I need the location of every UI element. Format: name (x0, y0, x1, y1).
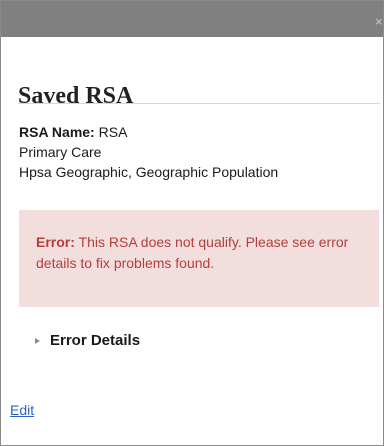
dialog-titlebar: × (1, 1, 383, 37)
dialog-window: × Saved RSA RSA Name: RSA Primary Care H… (0, 0, 384, 446)
caret-right-icon (35, 337, 40, 344)
rsa-name-value: RSA (98, 124, 128, 140)
rsa-type: Primary Care (19, 144, 102, 160)
error-alert: Error: This RSA does not qualify. Please… (19, 210, 379, 307)
error-details-label: Error Details (50, 332, 141, 349)
error-message: This RSA does not qualify. Please see er… (36, 234, 349, 271)
rsa-info: RSA Name: RSA Primary Care Hpsa Geograph… (19, 122, 278, 182)
edit-link[interactable]: Edit (10, 402, 34, 418)
page-title: Saved RSA (18, 83, 134, 109)
title-divider (18, 103, 380, 104)
error-label: Error: (36, 234, 75, 250)
error-details-toggle[interactable]: Error Details (35, 332, 140, 349)
rsa-name-label: RSA Name: (19, 124, 95, 140)
close-icon[interactable]: × (375, 15, 383, 29)
error-text: Error: This RSA does not qualify. Please… (36, 232, 376, 274)
rsa-designation: Hpsa Geographic, Geographic Population (19, 164, 279, 180)
rsa-name-row: RSA Name: RSA (19, 122, 278, 142)
